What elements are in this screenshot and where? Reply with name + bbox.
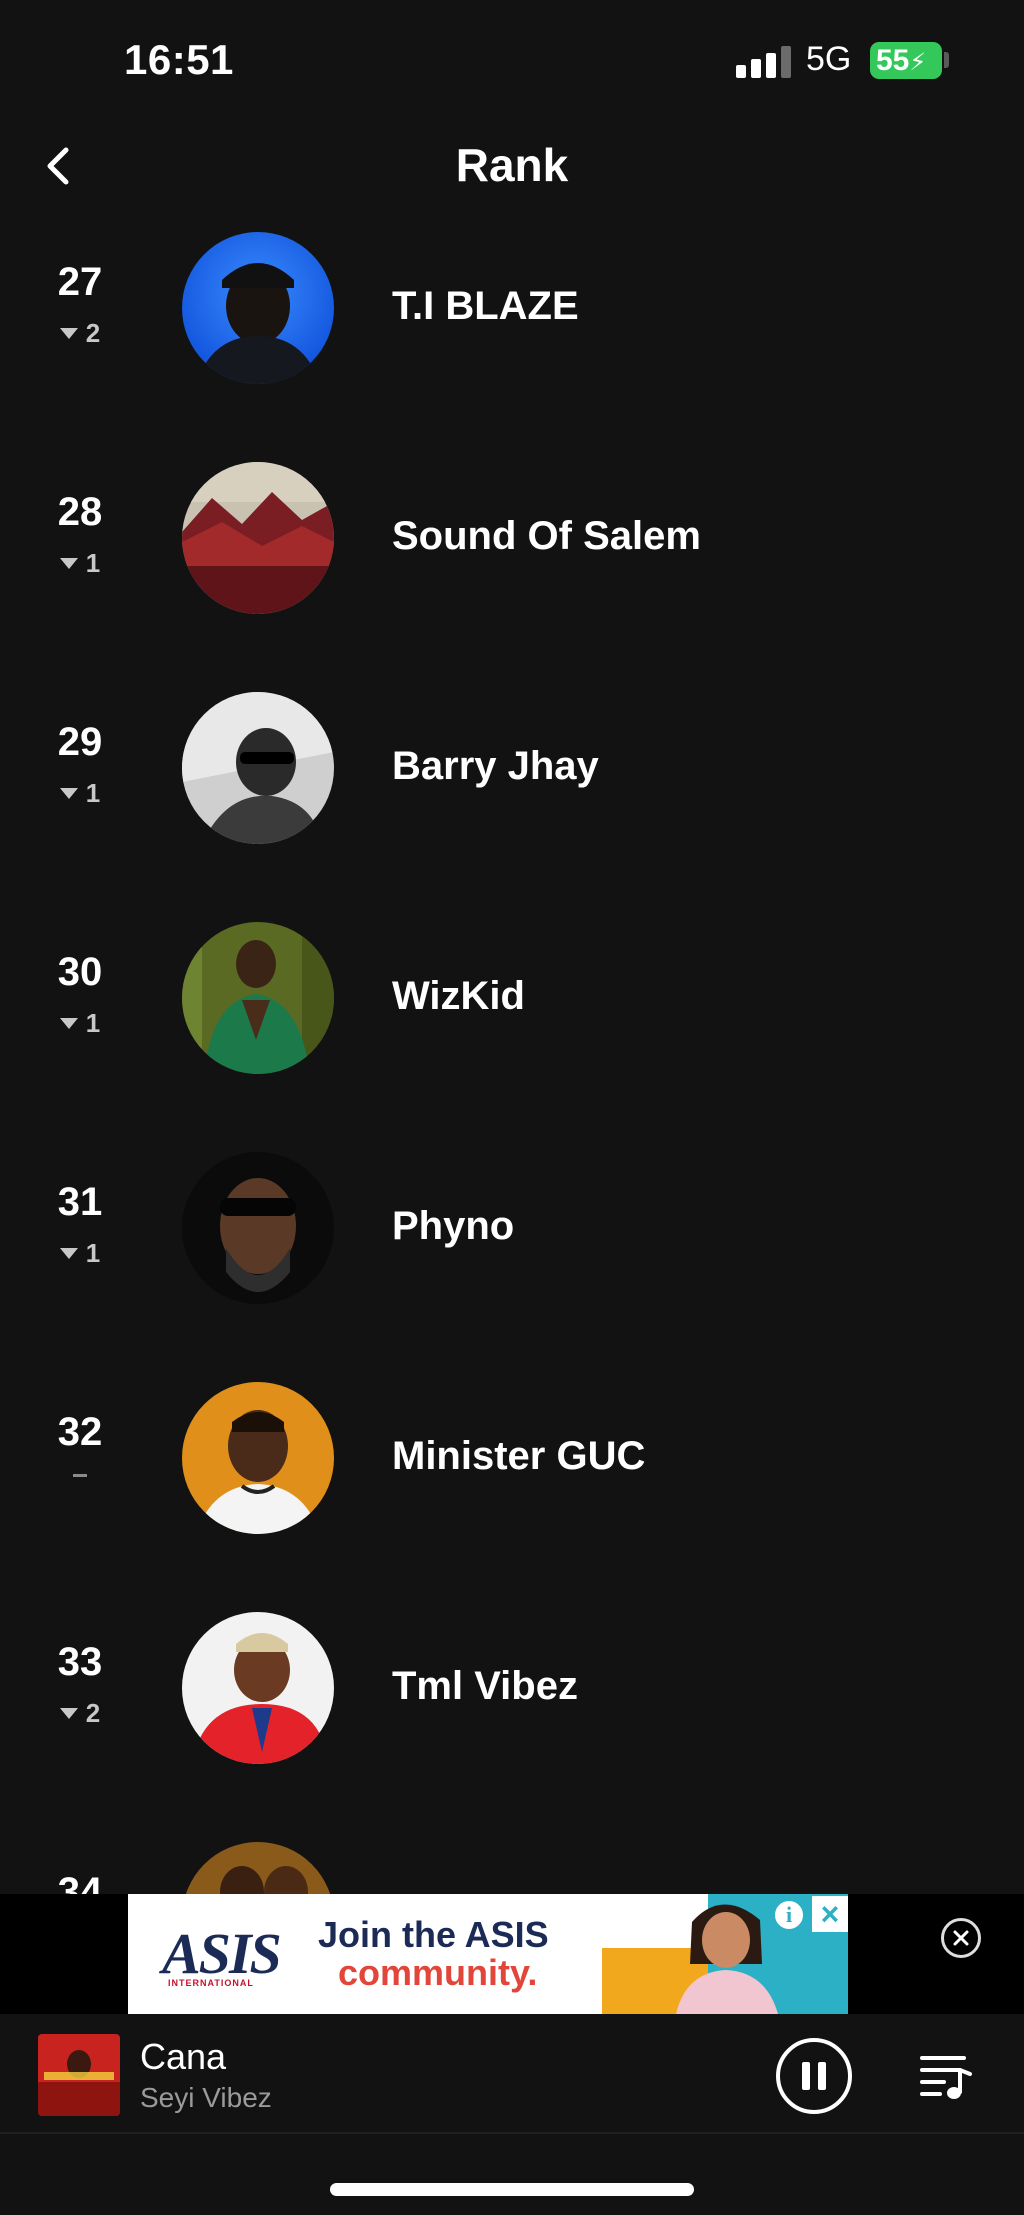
down-arrow-icon [59,1708,78,1719]
rank-row-31[interactable]: 31 1 Phyno [0,1150,1024,1320]
down-arrow-icon [59,1248,78,1259]
rank-change [30,1468,130,1477]
artist-avatar [182,1612,334,1764]
ad-logo-sub: INTERNATIONAL [168,1978,254,1988]
artist-name: Tml Vibez [392,1664,578,1708]
rank-change-value: 1 [85,778,101,808]
pause-icon-bar [818,2062,826,2090]
ad-logo: ASIS [162,1921,282,1986]
rank-number: 33 [57,1640,103,1684]
battery-level: 55 [876,44,910,77]
rank-row-29[interactable]: 29 1 Barry Jhay [0,690,1024,860]
battery-cap [944,52,949,68]
rank-list: 27 2 T.I BLAZE 28 1 Sound Of Salem 29 1 … [0,230,1024,1894]
artist-avatar [182,922,334,1074]
rank-change-value: 2 [85,1698,101,1728]
pause-icon [802,2062,810,2090]
rank-number: 28 [57,490,103,534]
rank-change: 2 [30,1698,130,1729]
rank-number: 30 [57,950,103,994]
queue-music-icon [920,2056,972,2099]
rank-change: 1 [30,778,130,809]
pause-button[interactable] [776,2038,852,2114]
battery-icon: 55⚡ [870,42,942,79]
status-bar: 16:51 5G 55⚡ [0,0,1024,120]
artist-avatar [182,1842,334,1894]
artist-name: Minister GUC [392,1434,646,1478]
rank-number: 34 [57,1870,103,1894]
rank-change: 1 [30,548,130,579]
rank-change-value: 2 [85,318,101,348]
ad-banner[interactable]: ASIS INTERNATIONAL Join the ASIS communi… [128,1894,848,2014]
close-circle-icon [953,1930,969,1946]
rank-row-32[interactable]: 32 Minister GUC [0,1380,1024,1550]
rank-change: 1 [30,1008,130,1039]
artist-name: Phyno [392,1204,515,1248]
mini-player[interactable]: Cana Seyi Vibez [0,2014,1024,2134]
rank-row-28[interactable]: 28 1 Sound Of Salem [0,460,1024,630]
rank-row-34[interactable]: 34 [0,1840,1024,1894]
rank-row-27[interactable]: 27 2 T.I BLAZE [0,230,1024,400]
page-title: Rank [455,139,569,191]
down-arrow-icon [59,558,78,569]
artist-name: T.I BLAZE [392,284,579,328]
artist-avatar [182,232,334,384]
down-arrow-icon [59,328,78,339]
rank-number: 32 [57,1410,103,1454]
ad-subheadline: community. [338,1952,538,1993]
now-playing-artist: Seyi Vibez [140,2082,272,2113]
network-type: 5G [806,40,852,78]
rank-change: 1 [30,1238,130,1269]
nav-header: Rank [0,120,1024,212]
ad-close-button[interactable] [941,1918,981,1958]
rank-change-value: 1 [85,1008,101,1038]
rank-number: 27 [57,260,103,304]
rank-change: 2 [30,318,130,349]
artist-name: WizKid [392,974,525,1018]
artist-avatar [182,1152,334,1304]
ad-info-icon[interactable]: i [772,1898,806,1932]
artist-name: Barry Jhay [392,744,599,788]
queue-button[interactable] [918,2048,974,2104]
down-arrow-icon [59,1018,78,1029]
rank-number: 29 [57,720,103,764]
rank-row-30[interactable]: 30 1 WizKid [0,920,1024,1090]
rank-change-value: 1 [85,1238,101,1268]
rank-number: 31 [57,1180,103,1224]
now-playing-title: Cana [140,2036,227,2077]
no-change-icon [73,1474,87,1477]
artist-avatar [182,462,334,614]
artist-name: Sound Of Salem [392,514,701,558]
ad-headline: Join the ASIS [318,1914,549,1955]
rank-row-33[interactable]: 33 2 Tml Vibez [0,1610,1024,1780]
status-time: 16:51 [124,36,234,83]
home-indicator[interactable] [330,2183,694,2196]
cellular-signal-icon [736,46,792,78]
artist-avatar [182,1382,334,1534]
ad-dismiss-icon[interactable]: × [812,1896,848,1932]
down-arrow-icon [59,788,78,799]
now-playing-artwork[interactable] [38,2034,120,2116]
rank-change-value: 1 [85,548,101,578]
artist-avatar [182,692,334,844]
ad-strip: ASIS INTERNATIONAL Join the ASIS communi… [0,1894,1024,2014]
charging-bolt-icon: ⚡ [909,49,927,76]
